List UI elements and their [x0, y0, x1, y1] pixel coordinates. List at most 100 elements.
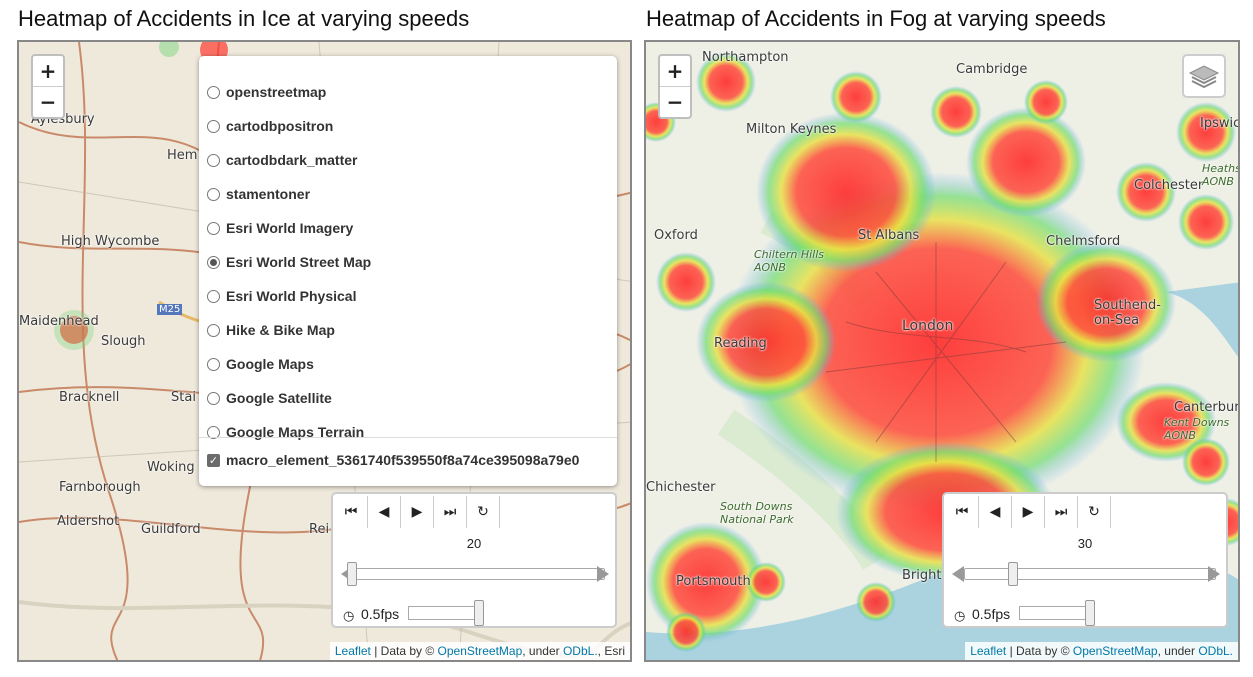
place-label: Chiltern Hills AONB: [754, 248, 825, 274]
attribution-text: | Data by ©: [1006, 644, 1073, 658]
layer-label: cartodbdark_matter: [226, 152, 358, 168]
left-map[interactable]: Aylesbury High Wycombe Maidenhead Slough…: [17, 40, 632, 662]
radio-button[interactable]: [207, 391, 220, 405]
osm-link[interactable]: OpenStreetMap: [1073, 644, 1158, 658]
radio-button[interactable]: [207, 323, 220, 337]
zoom-out-button[interactable]: −: [660, 86, 690, 117]
layer-label: openstreetmap: [226, 84, 327, 100]
odbl-link[interactable]: ODbL.: [1198, 644, 1233, 658]
layer-label: Google Satellite: [226, 390, 332, 406]
place-label: Canterbury: [1174, 400, 1240, 415]
prev-icon[interactable]: ◀: [979, 496, 1012, 528]
fps-slider-track[interactable]: [1019, 606, 1091, 620]
player-buttons: ⏮ ◀ ▶ ⏭ ↻: [946, 496, 1111, 528]
radio-button[interactable]: [207, 119, 220, 133]
radio-button[interactable]: [207, 187, 220, 201]
place-label: Hem: [167, 148, 198, 163]
motorway-shield: M25: [157, 304, 183, 315]
attribution-text: | Data by ©: [370, 644, 438, 658]
layer-separator: [199, 437, 617, 438]
prev-icon[interactable]: ◀: [368, 496, 401, 528]
layer-label: Google Maps: [226, 356, 314, 372]
attribution-text: , under: [1157, 644, 1199, 658]
fps-slider-thumb[interactable]: [474, 600, 484, 626]
layers-icon: [1188, 65, 1220, 89]
radio-button[interactable]: [207, 221, 220, 235]
place-label: Aldershot: [57, 514, 120, 529]
place-label: Chelmsford: [1046, 234, 1121, 249]
first-frame-icon[interactable]: ⏮: [946, 496, 979, 528]
time-slider-track[interactable]: [353, 568, 605, 580]
osm-link[interactable]: OpenStreetMap: [438, 644, 523, 658]
right-map[interactable]: Northampton Cambridge Milton Keynes Ipsw…: [644, 40, 1240, 662]
slider-end-marker: [597, 566, 609, 582]
zoom-control: + −: [31, 54, 65, 119]
place-label: Chichester: [646, 480, 716, 495]
layer-option-esri-world-physical[interactable]: Esri World Physical: [207, 286, 356, 306]
radio-button-selected[interactable]: [207, 255, 220, 269]
leaflet-link[interactable]: Leaflet: [970, 644, 1006, 658]
place-label: St Albans: [858, 228, 920, 243]
place-label: Milton Keynes: [746, 122, 837, 137]
place-label: Stai: [171, 390, 196, 405]
frame-value: 20: [466, 536, 482, 551]
frame-value: 30: [1077, 536, 1093, 551]
layers-toggle-button[interactable]: [1182, 54, 1226, 98]
map-attribution: Leaflet | Data by © OpenStreetMap, under…: [965, 642, 1238, 660]
layer-option-stamentoner[interactable]: stamentoner: [207, 184, 310, 204]
loop-icon[interactable]: ↻: [467, 496, 500, 528]
zoom-out-button[interactable]: −: [33, 86, 63, 117]
zoom-in-button[interactable]: +: [660, 56, 690, 86]
fps-slider-track[interactable]: [408, 606, 480, 620]
layer-option-hike-bike-map[interactable]: Hike & Bike Map: [207, 320, 335, 340]
last-frame-icon[interactable]: ⏭: [434, 496, 467, 528]
layer-option-cartodbpositron[interactable]: cartodbpositron: [207, 116, 333, 136]
layer-option-cartodbdark-matter[interactable]: cartodbdark_matter: [207, 150, 358, 170]
place-label: Southend-on-Sea: [1094, 298, 1161, 328]
place-label: Slough: [101, 334, 146, 349]
left-map-title: Heatmap of Accidents in Ice at varying s…: [18, 6, 470, 31]
place-label: Maidenhead: [19, 314, 99, 329]
slider-start-marker: [952, 566, 964, 582]
loop-icon[interactable]: ↻: [1078, 496, 1111, 528]
overlay-label: macro_element_5361740f539550f8a74ce39509…: [226, 452, 580, 468]
fps-label: 0.5fps: [361, 606, 400, 622]
place-label: Cambridge: [956, 62, 1028, 77]
time-slider-thumb[interactable]: [1008, 562, 1018, 586]
layer-option-google-satellite[interactable]: Google Satellite: [207, 388, 332, 408]
layer-option-google-maps-terrain[interactable]: Google Maps Terrain: [207, 422, 364, 442]
overlay-option[interactable]: ✓ macro_element_5361740f539550f8a74ce3950…: [207, 450, 579, 470]
radio-button[interactable]: [207, 357, 220, 371]
radio-button[interactable]: [207, 289, 220, 303]
layer-option-google-maps[interactable]: Google Maps: [207, 354, 314, 374]
radio-button[interactable]: [207, 153, 220, 167]
zoom-in-button[interactable]: +: [33, 56, 63, 86]
odbl-link[interactable]: ODbL.: [563, 644, 598, 658]
radio-button[interactable]: [207, 85, 220, 99]
time-slider-track[interactable]: [964, 568, 1216, 580]
speedometer-icon: ◷: [343, 609, 355, 624]
place-label: Oxford: [654, 228, 698, 243]
place-label: London: [902, 318, 954, 334]
checkbox-checked[interactable]: ✓: [207, 453, 220, 467]
last-frame-icon[interactable]: ⏭: [1045, 496, 1078, 528]
play-icon[interactable]: ▶: [401, 496, 434, 528]
layer-option-esri-world-street-map[interactable]: Esri World Street Map: [207, 252, 371, 272]
layer-label: Esri World Imagery: [226, 220, 354, 236]
fps-slider-thumb[interactable]: [1085, 600, 1095, 626]
first-frame-icon[interactable]: ⏮: [335, 496, 368, 528]
leaflet-link[interactable]: Leaflet: [335, 644, 371, 658]
layer-option-esri-world-imagery[interactable]: Esri World Imagery: [207, 218, 353, 238]
place-label: High Wycombe: [61, 234, 160, 249]
layer-option-openstreetmap[interactable]: openstreetmap: [207, 82, 326, 102]
right-map-title: Heatmap of Accidents in Fog at varying s…: [646, 6, 1106, 31]
place-label: Heaths AONB: [1202, 162, 1240, 188]
play-icon[interactable]: ▶: [1012, 496, 1045, 528]
zoom-control: + −: [658, 54, 692, 119]
place-label: Farnborough: [59, 480, 141, 495]
speedometer-icon: ◷: [954, 609, 966, 624]
time-slider-thumb[interactable]: [347, 562, 357, 586]
place-label: Rei: [309, 522, 330, 537]
place-label: Reading: [714, 336, 767, 351]
layer-label: stamentoner: [226, 186, 311, 202]
